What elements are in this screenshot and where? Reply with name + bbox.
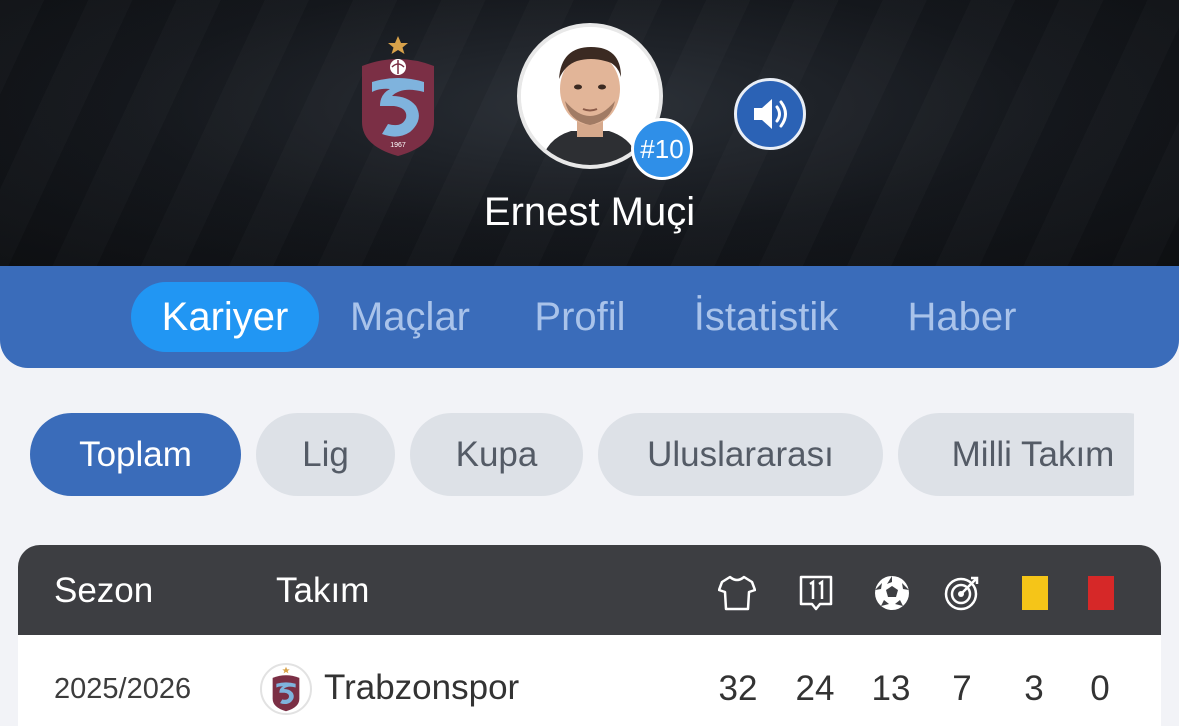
svg-text:1967: 1967 <box>390 142 406 149</box>
lineup-icon <box>796 573 836 613</box>
ball-icon <box>872 573 912 613</box>
filter-kupa[interactable]: Kupa <box>410 413 583 496</box>
goals-cell: 13 <box>871 669 911 708</box>
yellow-card-icon <box>1015 573 1055 613</box>
red-card-icon <box>1081 573 1121 613</box>
tab-profil[interactable]: Profil <box>515 282 645 352</box>
team-logo-icon <box>260 663 312 715</box>
jersey-number-badge: #10 <box>631 118 693 180</box>
shirt-icon <box>717 573 757 613</box>
red-cards-cell: 0 <box>1090 669 1110 708</box>
tab-haber[interactable]: Haber <box>894 282 1030 352</box>
starts-cell: 24 <box>795 669 835 708</box>
career-table-header: Sezon Takım <box>18 545 1161 635</box>
filter-lig[interactable]: Lig <box>256 413 395 496</box>
speaker-icon <box>754 99 787 129</box>
filter-uluslararasi[interactable]: Uluslararası <box>598 413 883 496</box>
appearances-cell: 32 <box>718 669 758 708</box>
season-column-header: Sezon <box>54 571 154 610</box>
filter-milli-takim[interactable]: Milli Takım <box>898 413 1134 496</box>
competition-filter-bar: Toplam Lig Kupa Uluslararası Milli Takım <box>0 400 1134 510</box>
tab-kariyer[interactable]: Kariyer <box>131 282 319 352</box>
tab-maclar[interactable]: Maçlar <box>335 282 485 352</box>
target-icon <box>942 573 982 613</box>
club-crest-icon: 1967 <box>362 36 434 156</box>
player-name: Ernest Muçi <box>483 190 696 234</box>
team-column-header: Takım <box>276 571 370 610</box>
tab-istatistik[interactable]: İstatistik <box>672 282 860 352</box>
assists-cell: 7 <box>952 669 972 708</box>
section-tabs: Kariyer Maçlar Profil İstatistik Haber <box>0 266 1179 368</box>
yellow-cards-cell: 3 <box>1024 669 1044 708</box>
pronunciation-sound-button[interactable] <box>734 78 806 150</box>
filter-toplam[interactable]: Toplam <box>30 413 241 496</box>
table-row[interactable]: 2025/2026 Trabzonspor 32 24 13 7 3 0 <box>18 635 1161 726</box>
season-cell: 2025/2026 <box>54 673 192 705</box>
team-name-cell: Trabzonspor <box>324 668 520 707</box>
player-header: 1967 #10 Ernest Muçi <box>0 0 1179 266</box>
